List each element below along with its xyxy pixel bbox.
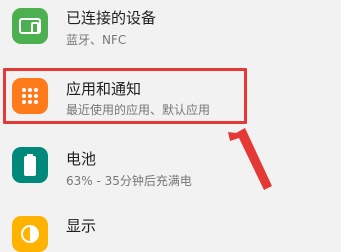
settings-item-title: 已连接的设备	[66, 9, 157, 27]
settings-item-battery[interactable]: 电池 63% - 35分钟后充满电	[0, 140, 341, 192]
battery-icon	[12, 147, 48, 183]
highlight-box	[3, 68, 247, 124]
connected-devices-icon	[12, 8, 48, 44]
settings-item-subtitle: 蓝牙、NFC	[66, 33, 127, 47]
settings-item-display[interactable]: 显示	[0, 205, 341, 252]
settings-item-connected-devices[interactable]: 已连接的设备 蓝牙、NFC	[0, 0, 341, 60]
settings-item-title: 电池	[66, 150, 97, 168]
settings-item-subtitle: 63% - 35分钟后充满电	[66, 174, 192, 188]
settings-item-title: 显示	[66, 217, 97, 235]
display-brightness-icon	[12, 216, 48, 252]
